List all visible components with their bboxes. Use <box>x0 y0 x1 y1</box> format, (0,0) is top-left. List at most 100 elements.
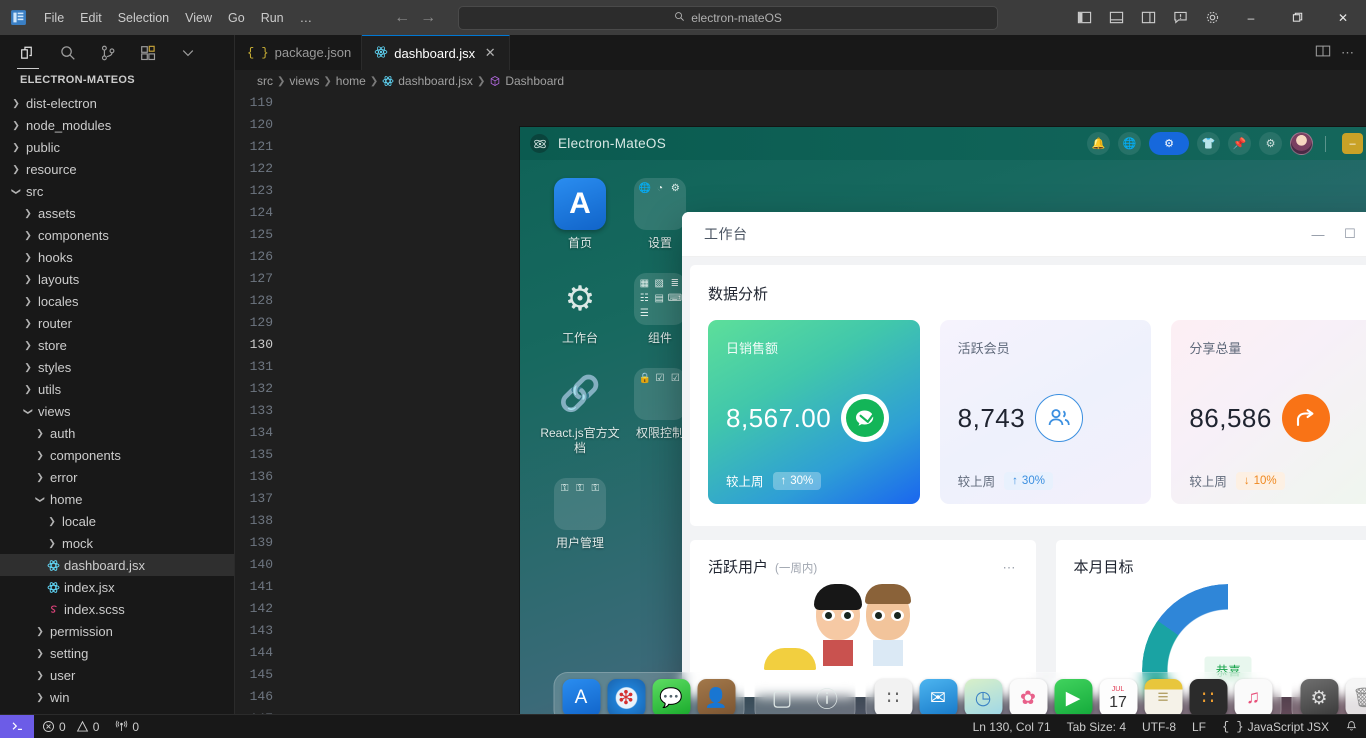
tree-item-public[interactable]: ❯ public <box>0 136 234 158</box>
desktop-icon[interactable]: A 首页 <box>540 178 620 251</box>
problems-indicator[interactable]: 0 0 <box>34 715 107 738</box>
breadcrumb-file[interactable]: dashboard.jsx <box>382 74 473 88</box>
photos-icon[interactable]: ✿ <box>1009 679 1047 717</box>
minimize-button[interactable]: – <box>1228 0 1274 35</box>
chevron-right-icon[interactable]: ❯ <box>8 142 24 153</box>
maps-icon[interactable]: ◷ <box>964 679 1002 717</box>
search-icon[interactable] <box>54 38 82 68</box>
panel-left-icon[interactable] <box>1068 4 1100 32</box>
tree-item-resource[interactable]: ❯ resource <box>0 158 234 180</box>
chevron-right-icon[interactable]: ❯ <box>44 516 60 527</box>
source-control-icon[interactable] <box>94 38 122 68</box>
chevron-right-icon[interactable]: ❯ <box>32 428 48 439</box>
extensions-icon[interactable] <box>134 38 162 68</box>
info-icon[interactable]: ⓘ <box>808 679 846 717</box>
chevron-right-icon[interactable]: ❯ <box>32 450 48 461</box>
messages-icon[interactable]: 💬 <box>652 679 690 717</box>
stat-card-active-members[interactable]: 活跃会员 8,743 较上周 ↑ 30% <box>939 320 1152 504</box>
tree-item-utils[interactable]: ❯ utils <box>0 378 234 400</box>
chevron-right-icon[interactable]: ❯ <box>8 98 24 109</box>
calculator-icon[interactable]: ∷ <box>1189 679 1227 717</box>
notes-icon[interactable]: ≡ <box>1144 679 1182 717</box>
chevron-right-icon[interactable]: ❯ <box>20 340 36 351</box>
chevron-right-icon[interactable]: ❯ <box>32 648 48 659</box>
tree-item-index-scss[interactable]: index.scss <box>0 598 234 620</box>
more-actions-icon[interactable]: ⋯ <box>1341 45 1356 61</box>
chevron-down-icon[interactable]: ❯ <box>35 491 46 507</box>
breadcrumb-home[interactable]: home <box>336 74 366 88</box>
tree-item-win[interactable]: ❯ win <box>0 686 234 708</box>
tree-item-mock[interactable]: ❯ mock <box>0 532 234 554</box>
remote-icon[interactable] <box>0 714 34 738</box>
chevron-down-icon[interactable] <box>174 38 202 68</box>
tree-item-components[interactable]: ❯ components <box>0 444 234 466</box>
chevron-down-icon[interactable]: ❯ <box>23 403 34 419</box>
language-mode[interactable]: { } JavaScript JSX <box>1214 715 1337 738</box>
tree-item-hooks[interactable]: ❯ hooks <box>0 246 234 268</box>
tree-item-src[interactable]: ❯ src <box>0 180 234 202</box>
desktop-icon[interactable]: ⚿ ⚿ ⚿ 用户管理 <box>540 478 620 551</box>
tree-item-styles[interactable]: ❯ styles <box>0 356 234 378</box>
contacts-icon[interactable]: 👤 <box>697 679 735 717</box>
tree-item-dist-electron[interactable]: ❯ dist-electron <box>0 92 234 114</box>
menu-view[interactable]: View <box>177 8 220 28</box>
tree-item-node_modules[interactable]: ❯ node_modules <box>0 114 234 136</box>
menu-go[interactable]: Go <box>220 8 253 28</box>
chevron-right-icon[interactable]: ❯ <box>20 274 36 285</box>
arrow-left-icon[interactable]: ← <box>390 6 414 30</box>
music-icon[interactable]: ♫ <box>1234 679 1272 717</box>
trash-icon[interactable]: 🗑 <box>1345 679 1366 717</box>
chevron-down-icon[interactable]: ❯ <box>11 183 22 199</box>
preview-minimize-button[interactable]: – <box>1342 133 1363 154</box>
chevron-right-icon[interactable]: ❯ <box>32 472 48 483</box>
desktop-icon[interactable]: 🔗 React.js官方文档 <box>540 368 620 456</box>
tree-item-user[interactable]: ❯ user <box>0 664 234 686</box>
tree-item-router[interactable]: ❯ router <box>0 312 234 334</box>
chevron-right-icon[interactable]: ❯ <box>44 538 60 549</box>
chevron-right-icon[interactable]: ❯ <box>20 230 36 241</box>
tab-size[interactable]: Tab Size: 4 <box>1059 715 1134 738</box>
system-settings-icon[interactable]: ⚙ <box>1300 679 1338 717</box>
tree-item-setting[interactable]: ❯ setting <box>0 642 234 664</box>
chevron-right-icon[interactable]: ❯ <box>32 670 48 681</box>
arrow-right-icon[interactable]: → <box>416 6 440 30</box>
close-icon[interactable]: ✕ <box>481 44 499 62</box>
modal-maximize-button[interactable]: ☐ <box>1337 221 1363 247</box>
modal-content[interactable]: 数据分析 日销售额 8,567.00 较上周 ↑ 30% 活跃会员 8,743 … <box>682 257 1366 697</box>
file-tree[interactable]: ❯ dist-electron ❯ node_modules ❯ public ❯ resou… <box>0 92 234 714</box>
panel-bottom-icon[interactable] <box>1100 4 1132 32</box>
tree-item-locale[interactable]: ❯ locale <box>0 510 234 532</box>
chevron-right-icon[interactable]: ❯ <box>32 692 48 703</box>
avatar[interactable] <box>1290 132 1313 155</box>
menu-overflow[interactable]: … <box>292 8 321 28</box>
gear-icon[interactable] <box>1196 4 1228 32</box>
tree-item-auth[interactable]: ❯ auth <box>0 422 234 444</box>
tree-item-assets[interactable]: ❯ assets <box>0 202 234 224</box>
safari-icon[interactable]: ❇ <box>607 679 645 717</box>
stat-card-daily-sales[interactable]: 日销售额 8,567.00 较上周 ↑ 30% <box>708 320 920 504</box>
chevron-right-icon[interactable]: ❯ <box>20 318 36 329</box>
line-endings[interactable]: LF <box>1184 715 1214 738</box>
tree-item-error[interactable]: ❯ error <box>0 466 234 488</box>
settings-active-icon[interactable]: ⚙ <box>1149 132 1189 155</box>
chevron-right-icon[interactable]: ❯ <box>20 362 36 373</box>
sliders-icon[interactable]: ⚙ <box>1259 132 1282 155</box>
preview-app-window[interactable]: Electron-MateOS 🔔 🌐 ⚙ 👕 📌 ⚙ – □ <box>520 127 1366 732</box>
tree-item-home[interactable]: ❯ home <box>0 488 234 510</box>
command-center[interactable]: electron-mateOS <box>458 5 999 30</box>
shirt-icon[interactable]: 👕 <box>1197 132 1220 155</box>
tree-item-store[interactable]: ❯ store <box>0 334 234 356</box>
tree-item-locales[interactable]: ❯ locales <box>0 290 234 312</box>
ports-indicator[interactable]: 0 <box>107 715 147 738</box>
feedback-icon[interactable] <box>1164 4 1196 32</box>
mail-icon[interactable]: ✉ <box>919 679 957 717</box>
more-actions-icon[interactable]: ⋯ <box>1003 560 1018 576</box>
menu-selection[interactable]: Selection <box>110 8 177 28</box>
tree-item-views[interactable]: ❯ views <box>0 400 234 422</box>
chevron-right-icon[interactable]: ❯ <box>20 208 36 219</box>
menu-file[interactable]: File <box>36 8 72 28</box>
calendar-icon[interactable]: JUL 17 <box>1099 679 1137 717</box>
panel-right-icon[interactable] <box>1132 4 1164 32</box>
stat-card-total-shares[interactable]: 分享总量 86,586 较上周 ↓ 10% <box>1171 320 1366 504</box>
bell-icon[interactable]: 🔔 <box>1087 132 1110 155</box>
